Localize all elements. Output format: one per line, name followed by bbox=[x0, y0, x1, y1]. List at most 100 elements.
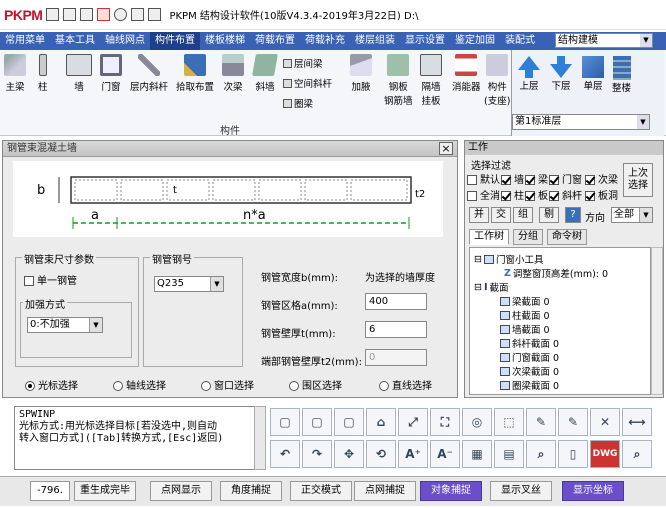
grid-snap-toggle[interactable]: 点网捕捉 bbox=[354, 481, 416, 501]
direction-select[interactable]: 全部 ▼ bbox=[611, 207, 653, 223]
single-floor-button[interactable]: 单层 bbox=[582, 56, 604, 92]
ring-beam-button[interactable]: 圈梁 bbox=[283, 96, 313, 110]
help-icon[interactable]: ? bbox=[565, 207, 581, 223]
radio-cursor-select[interactable]: 光标选择 bbox=[25, 377, 78, 392]
tab-work-tree[interactable]: 工作树 bbox=[469, 229, 509, 245]
document-icon[interactable]: ▯ bbox=[558, 440, 588, 468]
pick-icon[interactable]: ⬚ bbox=[494, 408, 524, 436]
filter-check-column[interactable]: 柱 bbox=[501, 187, 524, 202]
pick-layout-button[interactable]: 拾取布置 bbox=[176, 54, 214, 93]
tree-node-wall-section[interactable]: 墙截面 0 bbox=[500, 322, 550, 336]
space-brace-button[interactable]: 空间斜杆 bbox=[283, 76, 332, 90]
rotate-icon[interactable]: ⟲ bbox=[366, 440, 396, 468]
filter-check-hole[interactable]: 板洞 bbox=[585, 187, 618, 202]
damper-button[interactable]: 消能器 bbox=[452, 54, 481, 93]
menu-floor-assembly[interactable]: 楼层组装 bbox=[350, 32, 400, 50]
tube-thickness-input[interactable]: 6 bbox=[365, 321, 427, 338]
ortho-mode-toggle[interactable]: 正交模式 bbox=[290, 481, 352, 501]
menu-load-layout[interactable]: 荷载布置 bbox=[250, 32, 300, 50]
upper-floor-button[interactable]: 上层 bbox=[518, 56, 540, 92]
radio-window-select[interactable]: 窗口选择 bbox=[201, 377, 254, 392]
measure-icon[interactable]: ◎ bbox=[462, 408, 492, 436]
radio-line-select[interactable]: 直线选择 bbox=[379, 377, 432, 392]
show-coords-toggle[interactable]: 显示坐标 bbox=[562, 481, 624, 501]
zoom-icon[interactable]: ⌕ bbox=[622, 440, 652, 468]
image-icon[interactable] bbox=[131, 8, 145, 21]
dwg-icon[interactable]: DWG bbox=[590, 440, 620, 468]
radio-region-select[interactable]: 围区选择 bbox=[289, 377, 342, 392]
lower-floor-button[interactable]: 下层 bbox=[550, 56, 572, 92]
union-button[interactable]: 并 bbox=[469, 207, 489, 223]
grid-icon[interactable]: ▦ bbox=[462, 440, 492, 468]
filter-check-clear[interactable]: 全消 bbox=[467, 187, 500, 202]
zoom-extents-icon[interactable]: ⤢ bbox=[398, 408, 428, 436]
standard-floor-select[interactable]: 第1标准层 ▼ bbox=[512, 114, 650, 130]
menu-slab-stair[interactable]: 楼板楼梯 bbox=[200, 32, 250, 50]
column-button[interactable]: 柱 bbox=[38, 54, 48, 93]
command-scrollbar[interactable] bbox=[254, 406, 266, 470]
filter-check-door[interactable]: 门窗 bbox=[549, 171, 582, 186]
checkbox-icon[interactable] bbox=[148, 8, 162, 21]
filter-check-brace[interactable]: 斜杆 bbox=[549, 187, 582, 202]
tree-node-door-tools[interactable]: ⊟ 门窗小工具 bbox=[474, 252, 543, 267]
box-view-icon[interactable]: ▢ bbox=[270, 408, 300, 436]
tree-scrollbar[interactable] bbox=[651, 247, 663, 395]
tree-node-brace-section[interactable]: 斜杆截面 0 bbox=[500, 336, 559, 350]
menu-axis-grid[interactable]: 轴线网点 bbox=[100, 32, 150, 50]
brush-icon[interactable]: ✎ bbox=[526, 408, 556, 436]
tube-spacing-input[interactable]: 400 bbox=[365, 293, 427, 310]
filter-check-secbeam[interactable]: 次梁 bbox=[585, 171, 618, 186]
tree-node-secbeam-section[interactable]: 次梁截面 0 bbox=[500, 364, 559, 378]
brace-button[interactable]: 层内斜杆 bbox=[130, 54, 168, 93]
side-view-icon[interactable]: ▢ bbox=[334, 408, 364, 436]
menu-display-settings[interactable]: 显示设置 bbox=[400, 32, 450, 50]
menu-member-layout[interactable]: 构件布置 bbox=[150, 32, 200, 50]
end-thickness-input[interactable]: 0 bbox=[365, 349, 427, 366]
tree-node-beam-section[interactable]: 梁截面 0 bbox=[500, 294, 550, 308]
redo-icon[interactable]: ↷ bbox=[302, 440, 332, 468]
menu-basic-tools[interactable]: 基本工具 bbox=[50, 32, 100, 50]
member-support-button[interactable]: 构件 (支座) bbox=[484, 54, 510, 107]
grid-display-toggle[interactable]: 点网显示 bbox=[150, 481, 212, 501]
partition-wall-button[interactable]: 隔墙 挂板 bbox=[420, 54, 442, 107]
object-snap-toggle[interactable]: 对象捕捉 bbox=[420, 481, 482, 501]
undo-icon[interactable]: ↶ bbox=[270, 440, 300, 468]
interlayer-beam-button[interactable]: 层间梁 bbox=[283, 56, 323, 70]
last-selection-button[interactable]: 上次 选择 bbox=[623, 163, 653, 197]
whole-building-button[interactable]: 整楼 bbox=[612, 56, 631, 94]
home-view-icon[interactable]: ⌂ bbox=[366, 408, 396, 436]
crosshair-toggle[interactable]: 显示叉丝 bbox=[490, 481, 552, 501]
ruler-icon[interactable]: ⟷ bbox=[622, 408, 652, 436]
radio-axis-select[interactable]: 轴线选择 bbox=[113, 377, 166, 392]
filter-check-wall[interactable]: 墙 bbox=[501, 171, 524, 186]
tab-command-tree[interactable]: 命令树 bbox=[547, 229, 587, 245]
undo-history-icon[interactable] bbox=[97, 8, 111, 21]
group-button[interactable]: 组 bbox=[513, 207, 533, 223]
tree-node-section[interactable]: ⊟ I 截面 bbox=[474, 280, 509, 295]
save-icon[interactable] bbox=[46, 8, 60, 21]
beam-button[interactable]: 主梁 bbox=[4, 54, 26, 93]
save-as-icon[interactable] bbox=[63, 8, 77, 21]
filter-check-beam[interactable]: 梁 bbox=[525, 171, 548, 186]
door-window-button[interactable]: 门窗 bbox=[100, 54, 122, 93]
menu-load-supplement[interactable]: 荷载补充 bbox=[300, 32, 350, 50]
steel-grade-select[interactable]: Q235 ▼ bbox=[154, 276, 224, 292]
print-icon[interactable] bbox=[80, 8, 94, 21]
delete-icon[interactable]: ✕ bbox=[590, 408, 620, 436]
tab-group[interactable]: 分组 bbox=[513, 229, 543, 245]
haunch-button[interactable]: 加腋 bbox=[350, 54, 372, 93]
secondary-beam-button[interactable]: 次梁 bbox=[222, 54, 244, 93]
wall-button[interactable]: 墙 bbox=[66, 54, 92, 93]
menu-common[interactable]: 常用菜单 bbox=[0, 32, 50, 50]
exclude-button[interactable]: 剔 bbox=[539, 207, 559, 223]
reinforce-select[interactable]: 0:不加强 ▼ bbox=[27, 317, 103, 333]
zoom-window-icon[interactable]: ⛶ bbox=[430, 408, 460, 436]
search-icon[interactable]: ⌕ bbox=[526, 440, 556, 468]
tree-node-column-section[interactable]: 柱截面 0 bbox=[500, 308, 550, 322]
tree-node-adjust-height[interactable]: Z 调整窗顶高差(mm): 0 bbox=[504, 266, 608, 281]
pan-icon[interactable]: ✥ bbox=[334, 440, 364, 468]
refresh-icon[interactable] bbox=[114, 8, 128, 21]
tree-node-ringbeam-section[interactable]: 圈梁截面 0 bbox=[500, 378, 559, 392]
filter-check-slab[interactable]: 板 bbox=[525, 187, 548, 202]
font-smaller-icon[interactable]: A⁻ bbox=[430, 440, 460, 468]
